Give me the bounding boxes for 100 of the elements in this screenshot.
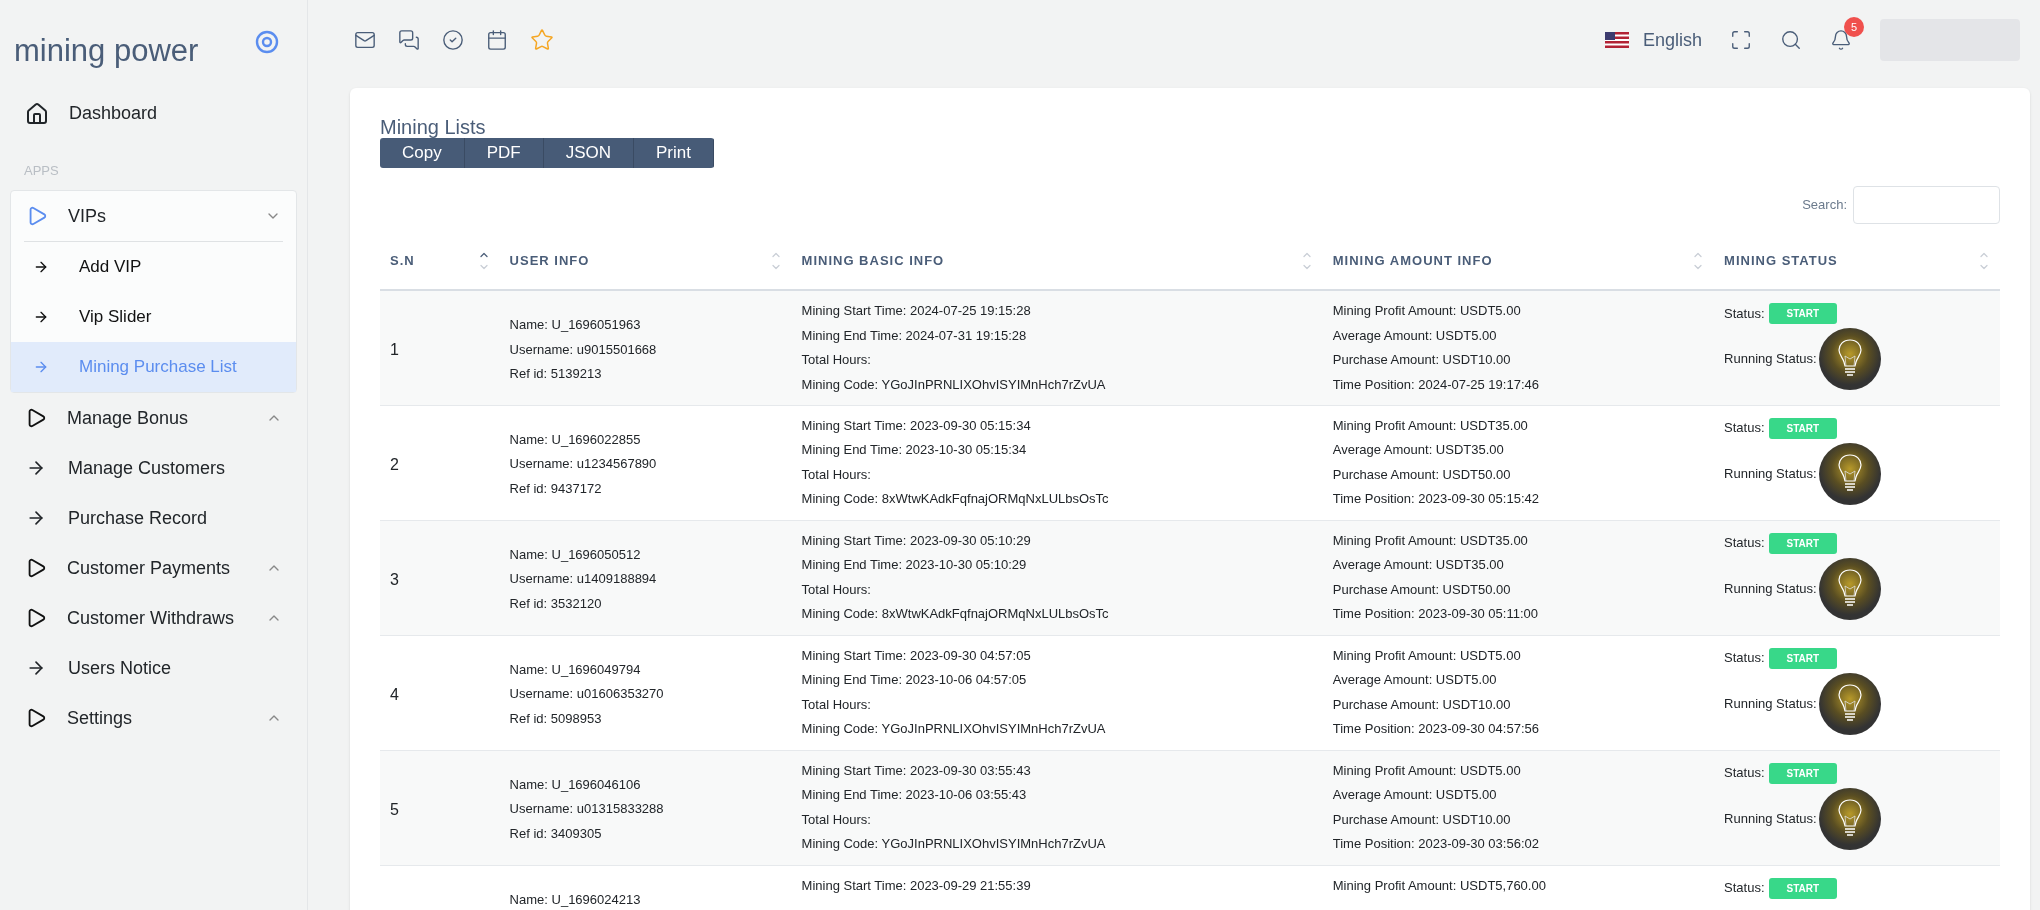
- user-info-text: Name: U_1696049794: [509, 660, 642, 679]
- user-info-text: Username: u1409188894: [509, 570, 658, 588]
- user-info-text: Username: u1234567890: [509, 455, 658, 473]
- search-icon[interactable]: [1780, 29, 1802, 51]
- mining-info-text: Mining End Time: 2024-07-31 19:15:28: [801, 326, 1028, 345]
- user-info-text: Username: u01606353270: [509, 685, 665, 703]
- sidebar-group[interactable]: Customer Payments: [10, 543, 297, 593]
- status-badge: START: [1768, 647, 1838, 669]
- target-icon[interactable]: [255, 30, 279, 54]
- export-button[interactable]: Print: [634, 138, 714, 168]
- column-header: MINING STATUS: [1724, 251, 1838, 270]
- amount-info-text: Mining Profit Amount: USDT35.00: [1332, 531, 1529, 550]
- column-header: S.N: [390, 251, 415, 270]
- export-button[interactable]: PDF: [464, 138, 544, 168]
- mining-info-text: Mining Start Time: 2024-07-25 19:15:28: [801, 302, 1032, 320]
- user-info-text: Name: U_1696024213: [509, 890, 642, 909]
- submenu-item[interactable]: Vip Slider: [11, 292, 296, 342]
- sidebar-item[interactable]: Manage Customers: [10, 443, 297, 493]
- user-info-text: Ref id: 3532120: [509, 594, 603, 613]
- chat-icon[interactable]: [398, 29, 420, 51]
- mining-info-text: Mining Start Time: 2023-09-30 03:55:43: [801, 761, 1032, 780]
- sidebar-group[interactable]: Manage Bonus: [10, 393, 297, 443]
- amount-info-text: Average Amount: USDT5.00: [1332, 671, 1498, 689]
- amount-info-text: Purchase Amount: USDT10.00: [1332, 351, 1512, 369]
- status-badge: START: [1768, 303, 1838, 324]
- status-label: Status:: [1724, 534, 1765, 553]
- star-icon[interactable]: [530, 28, 554, 52]
- amount-info-text: Average Amount: USDT35.00: [1332, 441, 1505, 459]
- search-label: Search:: [1802, 196, 1847, 215]
- export-button[interactable]: Copy: [380, 138, 465, 168]
- amount-info-text: Time Position: 2023-09-30 05:11:00: [1332, 605, 1539, 623]
- amount-info-text: Purchase Amount: USDT50.00: [1332, 465, 1512, 484]
- row-number: 5: [390, 800, 399, 818]
- mining-info-text: Total Hours:: [801, 580, 872, 599]
- user-info-text: Name: U_1696046106: [509, 775, 642, 794]
- amount-info-text: Mining Profit Amount: USDT5.00: [1332, 761, 1522, 780]
- user-info-text: Username: u01315833288: [509, 800, 665, 818]
- column-header: MINING BASIC INFO: [801, 251, 945, 270]
- running-status-label: Running Status:: [1724, 579, 1817, 598]
- amount-info-text: Purchase Amount: USDT10.00: [1332, 695, 1512, 714]
- mining-info-text: Total Hours:: [801, 810, 872, 829]
- mining-info-text: Total Hours:: [801, 695, 872, 714]
- mining-info-text: Mining End Time: 2023-10-30 05:15:34: [801, 441, 1028, 459]
- running-status-label: Running Status:: [1724, 809, 1817, 828]
- mining-info-text: Mining Code: YGoJInPRNLIXOhvISYIMnHch7rZvUA: [801, 375, 1107, 394]
- amount-info-text: Average Amount: USDT35.00: [1332, 556, 1505, 574]
- mining-info-text: Mining Start Time: 2023-09-30 05:15:34: [801, 416, 1032, 435]
- row-number: 1: [390, 341, 399, 358]
- export-button[interactable]: JSON: [543, 138, 635, 168]
- home-icon: [25, 101, 49, 126]
- sidebar-item[interactable]: Purchase Record: [10, 493, 297, 543]
- flag-icon: [1604, 32, 1629, 48]
- sidebar-group[interactable]: Settings: [10, 693, 297, 743]
- row-number: 4: [390, 685, 399, 703]
- mining-info-text: Total Hours:: [801, 465, 872, 484]
- notification-badge: 5: [1844, 17, 1864, 37]
- check-circle-icon[interactable]: [442, 29, 464, 51]
- user-info-text: Ref id: 3409305: [509, 824, 603, 843]
- user-info-text: Username: u9015501668: [509, 340, 658, 359]
- submenu-item[interactable]: Add VIP: [11, 242, 296, 292]
- column-header: USER INFO: [509, 251, 590, 270]
- amount-info-text: Time Position: 2023-09-30 03:56:02: [1332, 835, 1540, 853]
- user-info-text: Name: U_1696051963: [509, 316, 642, 334]
- status-label: Status:: [1724, 304, 1765, 323]
- amount-info-text: Mining Profit Amount: USDT5,760.00: [1332, 876, 1547, 895]
- status-badge: START: [1768, 762, 1838, 784]
- column-header: MINING AMOUNT INFO: [1332, 251, 1493, 270]
- sidebar-item[interactable]: Users Notice: [10, 643, 297, 693]
- amount-info-text: Mining Profit Amount: USDT35.00: [1332, 416, 1529, 435]
- amount-info-text: Time Position: 2023-09-30 05:15:42: [1332, 490, 1540, 508]
- mining-info-text: Mining End Time: 2023-10-06 03:55:43: [801, 786, 1028, 804]
- running-status-label: Running Status:: [1724, 350, 1817, 369]
- amount-info-text: Average Amount: USDT5.00: [1332, 326, 1498, 345]
- status-label: Status:: [1724, 764, 1765, 783]
- language-selector[interactable]: English: [1604, 26, 1702, 54]
- section-label: APPS: [23, 161, 60, 180]
- mining-info-text: Mining Code: YGoJInPRNLIXOhvISYIMnHch7rZvUA: [801, 835, 1107, 853]
- mining-info-text: Mining Code: 8xWtwKAdkFqfnajORMqNxLULbsOsTc: [801, 490, 1110, 508]
- sidebar-group[interactable]: VIPs: [11, 191, 296, 241]
- sidebar-group[interactable]: Customer Withdraws: [10, 593, 297, 643]
- user-info-text: Name: U_1696022855: [509, 430, 642, 449]
- sidebar-item[interactable]: Dashboard: [10, 88, 297, 139]
- mail-icon[interactable]: [354, 29, 376, 51]
- status-badge: START: [1768, 417, 1838, 439]
- fullscreen-icon[interactable]: [1730, 29, 1752, 51]
- row-number: 2: [390, 455, 399, 473]
- amount-info-text: Purchase Amount: USDT10.00: [1332, 810, 1512, 829]
- mining-info-text: Total Hours:: [801, 351, 872, 369]
- calendar-icon[interactable]: [486, 29, 508, 51]
- mining-info-text: Mining Start Time: 2023-09-30 04:57:05: [801, 646, 1032, 665]
- row-number: 3: [390, 570, 399, 588]
- search-field[interactable]: [1853, 186, 2000, 224]
- user-info-text: Ref id: 5139213: [509, 365, 603, 383]
- status-label: Status:: [1724, 419, 1765, 438]
- app-logo: mining power: [14, 32, 199, 70]
- amount-info-text: Mining Profit Amount: USDT5.00: [1332, 646, 1522, 665]
- amount-info-text: Time Position: 2024-07-25 19:17:46: [1332, 375, 1540, 394]
- status-label: Status:: [1724, 649, 1765, 668]
- notification-icon[interactable]: [1830, 29, 1852, 51]
- user-info-text: Name: U_1696050512: [509, 545, 642, 564]
